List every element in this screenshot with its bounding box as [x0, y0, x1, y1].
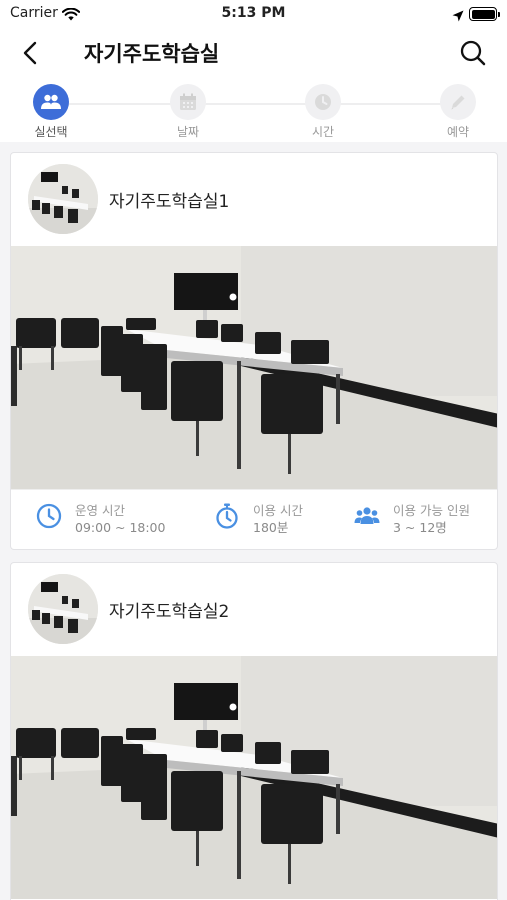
step-circle [305, 84, 341, 120]
capacity-value: 3 ~ 12명 [393, 520, 447, 535]
battery-icon [469, 7, 500, 21]
clock-time: 5:13 PM [221, 5, 286, 21]
operating-hours: 운영 시간 09:00 ~ 18:00 [35, 502, 165, 536]
room-card-header: 자기주도학습실1 [11, 153, 497, 246]
step-circle [33, 84, 69, 120]
usage-time-label: 이용 시간 [253, 503, 303, 518]
chevron-left-icon [23, 41, 37, 65]
room-card[interactable]: 자기주도학습실1 운영 시간 09:00 ~ 18:00 이용 시간 180분 … [10, 152, 498, 550]
location-arrow-icon [452, 7, 464, 26]
step-room-select[interactable]: 실선택 [11, 84, 91, 140]
people-icon [41, 94, 61, 109]
room-name: 자기주도학습실2 [109, 602, 230, 622]
search-button[interactable] [456, 36, 490, 70]
capacity: 이용 가능 인원 3 ~ 12명 [353, 502, 470, 536]
search-icon [460, 40, 486, 66]
room-card-header: 자기주도학습실2 [11, 563, 497, 656]
step-date[interactable]: 날짜 [148, 84, 228, 140]
clock-icon [315, 94, 331, 110]
stopwatch-icon [216, 503, 238, 529]
clock-icon [36, 503, 62, 529]
room-info-bar: 운영 시간 09:00 ~ 18:00 이용 시간 180분 이용 가능 인원 … [11, 489, 497, 549]
booking-stepper: 실선택 날짜 시간 예약 [0, 78, 507, 142]
status-bar: Carrier 5:13 PM [0, 0, 507, 28]
step-circle [440, 84, 476, 120]
group-icon [354, 507, 380, 524]
room-card[interactable]: 자기주도학습실2 [10, 562, 498, 900]
nav-header: 자기주도학습실 [0, 28, 507, 78]
usage-time-value: 180분 [253, 520, 289, 535]
step-time[interactable]: 시간 [283, 84, 363, 140]
capacity-label: 이용 가능 인원 [393, 503, 470, 518]
operating-hours-label: 운영 시간 [75, 503, 125, 518]
step-label: 시간 [311, 125, 335, 139]
page-title: 자기주도학습실 [84, 42, 220, 66]
step-reserve[interactable]: 예약 [418, 84, 498, 140]
app-screen: Carrier 5:13 PM 자기주도학습실 실선택 날짜 시간 예약 자기주… [0, 0, 507, 900]
stepper-line [52, 103, 455, 105]
room-thumbnail [28, 164, 98, 234]
operating-hours-value: 09:00 ~ 18:00 [75, 520, 166, 535]
step-label: 날짜 [176, 125, 200, 139]
step-label: 실선택 [34, 125, 68, 139]
room-name: 자기주도학습실1 [109, 192, 230, 212]
pencil-icon [451, 95, 465, 110]
step-label: 예약 [446, 125, 470, 139]
room-photo [11, 656, 497, 899]
usage-time: 이용 시간 180분 [213, 502, 303, 536]
back-button[interactable] [14, 36, 48, 70]
step-circle [170, 84, 206, 120]
room-photo [11, 246, 497, 489]
calendar-icon [180, 93, 196, 110]
room-thumbnail [28, 574, 98, 644]
